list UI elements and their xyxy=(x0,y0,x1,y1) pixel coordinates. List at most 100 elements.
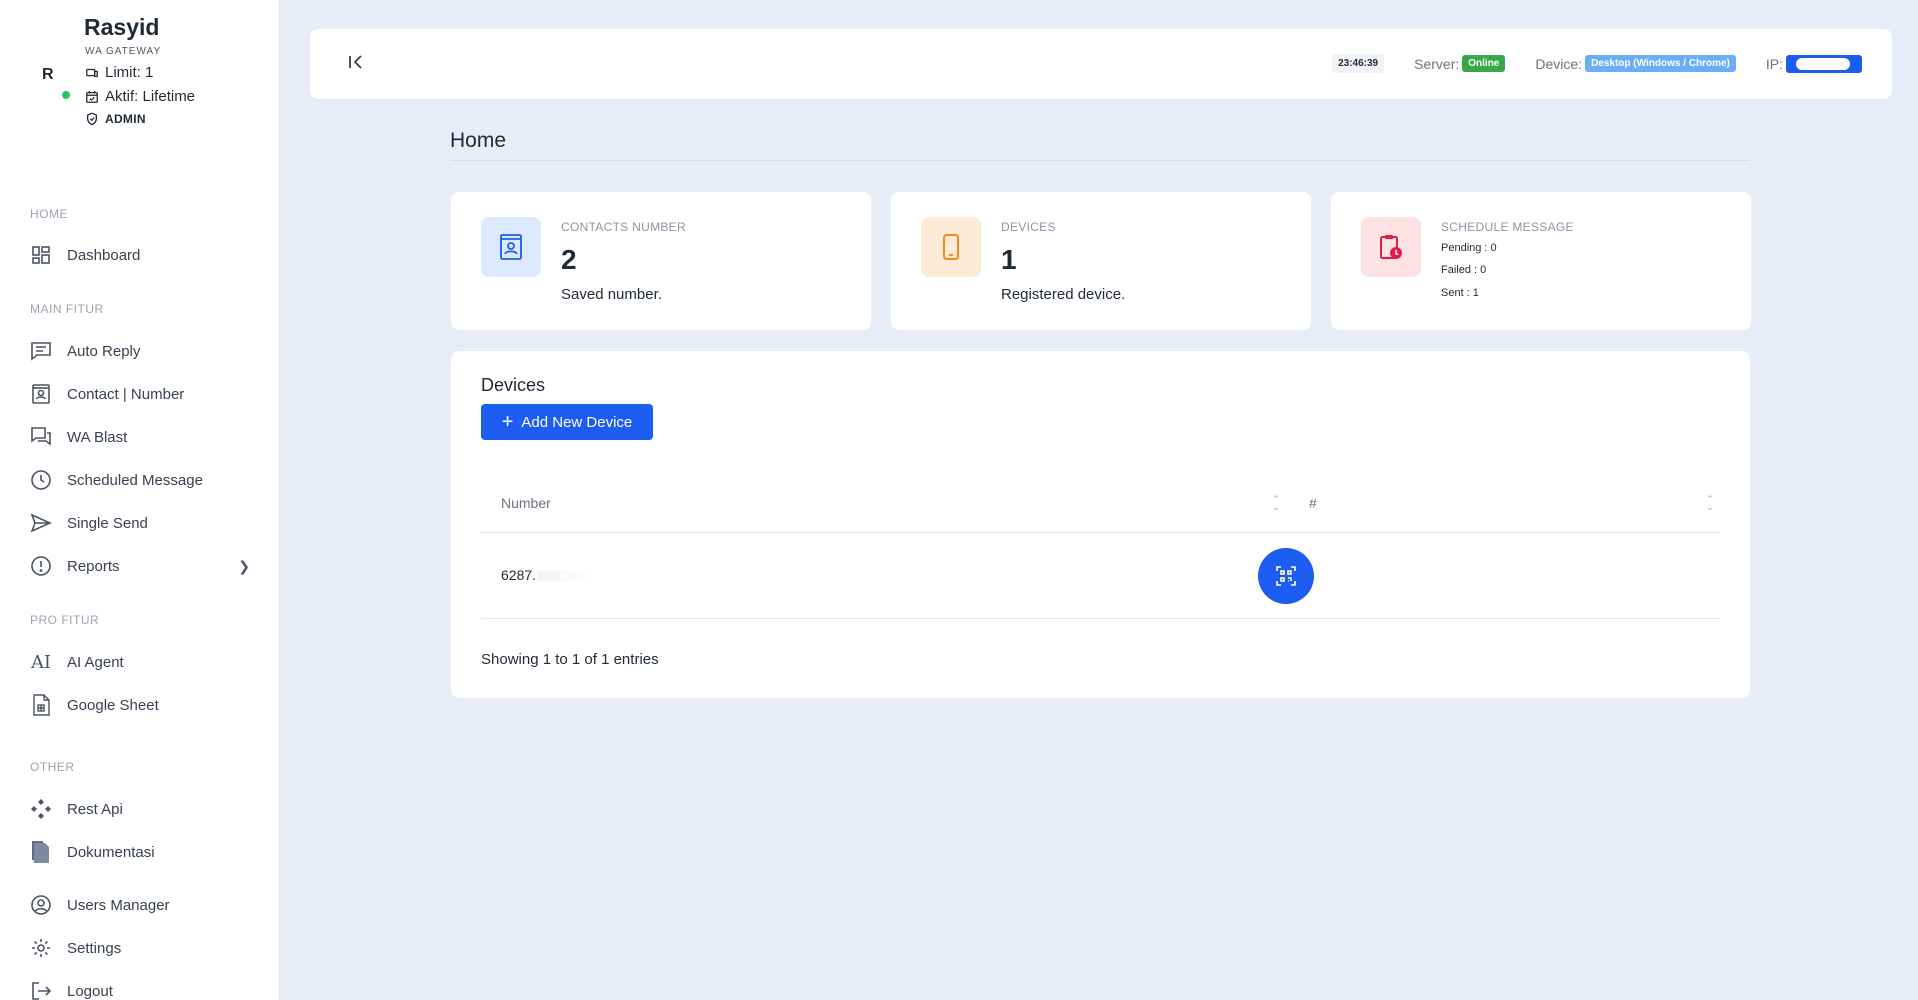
stat-card-devices: DEVICES 1 Registered device. xyxy=(891,192,1311,330)
sidebar-item-label: Users Manager xyxy=(67,896,170,914)
device-number-text: 6287. xyxy=(501,567,537,583)
stat-value: 1 xyxy=(1001,244,1017,275)
page-title: Home xyxy=(450,129,507,152)
column-number[interactable]: Number xyxy=(501,495,551,511)
collapse-icon xyxy=(349,55,362,69)
time-badge: 23:46:39 xyxy=(1332,54,1385,73)
sidebar-item-rest-api[interactable]: Rest Api xyxy=(30,795,250,823)
ip-badge xyxy=(1786,54,1862,73)
sidebar-item-label: WA Blast xyxy=(67,428,128,446)
column-actions[interactable]: # xyxy=(1309,495,1317,511)
sidebar-item-settings[interactable]: Settings xyxy=(30,934,250,962)
spreadsheet-icon xyxy=(30,694,52,716)
sidebar-item-scheduled-message[interactable]: Scheduled Message xyxy=(30,466,250,494)
sidebar-item-auto-reply[interactable]: Auto Reply xyxy=(30,337,250,365)
send-icon xyxy=(30,512,52,534)
shield-icon xyxy=(86,112,98,126)
section-home: HOME xyxy=(30,207,68,221)
plus-icon: + xyxy=(501,411,514,433)
sidebar-item-label: Single Send xyxy=(67,514,148,532)
sidebar-item-label: Dokumentasi xyxy=(67,843,155,861)
sidebar-item-logout[interactable]: Logout xyxy=(30,977,250,1000)
chat-icon xyxy=(30,340,52,362)
sidebar-item-label: Settings xyxy=(67,939,122,957)
schedule-failed: Failed : 0 xyxy=(1441,264,1487,276)
profile-role: ADMIN xyxy=(85,112,146,126)
alert-circle-icon xyxy=(30,555,52,577)
stat-value: 2 xyxy=(561,244,577,275)
sidebar-item-label: Auto Reply xyxy=(67,342,141,360)
profile-limit: Limit: 1 xyxy=(85,64,153,81)
devices-title: Devices xyxy=(481,375,546,395)
online-indicator xyxy=(62,91,70,99)
section-other: OTHER xyxy=(30,760,75,774)
document-icon xyxy=(30,841,52,863)
sidebar-item-single-send[interactable]: Single Send xyxy=(30,509,250,537)
ai-icon: AI xyxy=(30,651,52,673)
sidebar-item-reports[interactable]: Reports ❯ xyxy=(30,552,250,580)
sidebar-item-ai-agent[interactable]: AI AI Agent xyxy=(30,648,250,676)
server-status-badge: Online xyxy=(1462,55,1506,72)
qr-scan-icon xyxy=(1276,566,1296,586)
schedule-sent: Sent : 1 xyxy=(1441,287,1479,299)
sort-icon[interactable]: ⌃ ⌄ xyxy=(1271,495,1281,513)
add-new-device-label: Add New Device xyxy=(521,413,633,431)
sidebar-item-label: Contact | Number xyxy=(67,385,185,403)
scan-qr-button[interactable] xyxy=(1258,548,1314,604)
sidebar-item-contact[interactable]: Contact | Number xyxy=(30,380,250,408)
chat-multiple-icon xyxy=(30,426,52,448)
section-main: MAIN FITUR xyxy=(30,302,104,316)
profile-panel: R Rasyid WA GATEWAY Limit: 1 Aktif: Life… xyxy=(30,14,270,134)
user-circle-icon xyxy=(30,894,52,916)
stat-label: DEVICES xyxy=(1001,220,1056,234)
dashboard-icon xyxy=(30,244,52,266)
table-info: Showing 1 to 1 of 1 entries xyxy=(481,651,659,668)
stat-card-schedule: SCHEDULE MESSAGE Pending : 0 Failed : 0 … xyxy=(1331,192,1751,330)
section-pro: PRO FITUR xyxy=(30,613,100,627)
number-redaction xyxy=(538,571,597,582)
clock-icon xyxy=(30,469,52,491)
api-icon xyxy=(30,798,52,820)
sidebar-item-label: Dashboard xyxy=(67,246,141,264)
profile-subtitle: WA GATEWAY xyxy=(85,46,162,57)
sidebar-item-label: Rest Api xyxy=(67,800,123,818)
limit-text: Limit: 1 xyxy=(105,64,154,81)
avatar: R xyxy=(42,66,54,83)
sidebar-item-users-manager[interactable]: Users Manager xyxy=(30,891,250,919)
gear-icon xyxy=(30,937,52,959)
profile-active: Aktif: Lifetime xyxy=(85,88,195,105)
smartphone-icon xyxy=(921,217,981,277)
table-header: Number ⌃ ⌄ # ⌃ ⌄ xyxy=(481,477,1720,533)
stat-label: CONTACTS NUMBER xyxy=(561,220,686,234)
calendar-check-icon xyxy=(86,90,98,103)
sidebar-item-label: AI Agent xyxy=(67,653,124,671)
role-text: ADMIN xyxy=(105,112,146,126)
ip-redaction xyxy=(1796,57,1850,70)
stat-label: SCHEDULE MESSAGE xyxy=(1441,220,1574,234)
sidebar-item-wa-blast[interactable]: WA Blast xyxy=(30,423,250,451)
device-number: 6287. xyxy=(501,567,597,583)
sidebar-item-label: Scheduled Message xyxy=(67,471,203,489)
schedule-pending: Pending : 0 xyxy=(1441,242,1497,254)
sidebar-item-google-sheet[interactable]: Google Sheet xyxy=(30,691,250,719)
chevron-right-icon: ❯ xyxy=(238,557,250,574)
table-row: 6287. xyxy=(481,533,1720,619)
ip-label: IP: xyxy=(1765,55,1783,72)
add-new-device-button[interactable]: + Add New Device xyxy=(481,404,653,440)
sidebar: R Rasyid WA GATEWAY Limit: 1 Aktif: Life… xyxy=(0,0,280,1000)
sidebar-item-dashboard[interactable]: Dashboard xyxy=(30,241,250,269)
stat-sub: Registered device. xyxy=(1001,286,1126,303)
contacts-icon xyxy=(481,217,541,277)
collapse-sidebar-button[interactable] xyxy=(346,52,368,74)
sidebar-item-label: Logout xyxy=(67,982,113,1000)
clipboard-clock-icon xyxy=(1361,217,1421,277)
logout-icon xyxy=(30,980,52,1000)
sidebar-item-dokumentasi[interactable]: Dokumentasi xyxy=(30,838,250,866)
sort-icon[interactable]: ⌃ ⌄ xyxy=(1705,495,1715,513)
contact-icon xyxy=(30,383,52,405)
sidebar-item-label: Reports xyxy=(67,557,120,575)
server-label: Server: xyxy=(1414,55,1460,72)
device-label: Device: xyxy=(1535,55,1583,72)
active-text: Aktif: Lifetime xyxy=(105,88,196,105)
stat-card-contacts: CONTACTS NUMBER 2 Saved number. xyxy=(451,192,871,330)
